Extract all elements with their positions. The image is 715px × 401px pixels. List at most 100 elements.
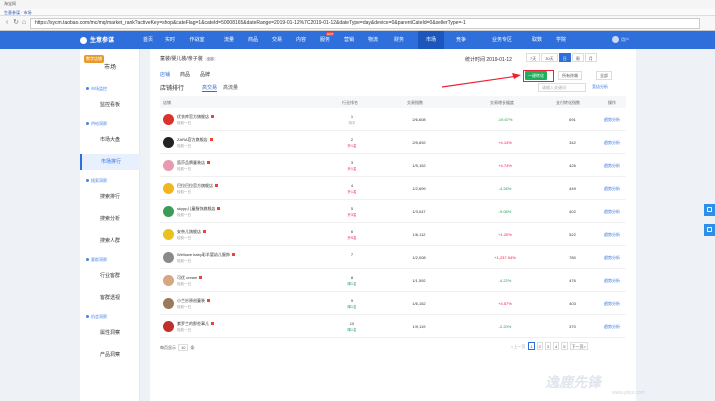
page-nav-button[interactable]: 下一页>: [569, 342, 588, 350]
topnav-item[interactable]: 取数: [526, 31, 548, 49]
page-number[interactable]: 1: [528, 342, 535, 350]
watermark-url: www.yilux.com: [612, 390, 645, 396]
page-number[interactable]: 3: [544, 342, 552, 350]
sidebar-item[interactable]: 产品洞察: [80, 347, 140, 363]
period-option[interactable]: 7天: [526, 53, 541, 62]
column-header[interactable]: 交易指数: [407, 100, 423, 106]
period-option[interactable]: 周: [571, 53, 584, 62]
column-header[interactable]: 支付转化指数: [556, 100, 580, 106]
shop-name[interactable]: 笛莎品牌童装店: [177, 160, 210, 166]
growth-rate: -4.26%: [498, 186, 512, 191]
service-icon: [707, 227, 712, 232]
history-link[interactable]: 竞店分析: [592, 84, 608, 90]
sidebar-item[interactable]: 属性洞察: [80, 325, 140, 341]
topnav-item[interactable]: 财务: [386, 31, 412, 49]
sidebar-item[interactable]: 市场大盘: [80, 132, 140, 148]
topnav-item[interactable]: 实时: [160, 31, 180, 49]
sidebar-item[interactable]: 市场排行: [80, 154, 140, 170]
table-row: 巴拉巴拉官方旗舰店 较前一日 4 升1名 1/2,699 -4.26% 449 趋势分析: [160, 178, 626, 200]
trend-analysis-link[interactable]: 趋势分析: [600, 324, 624, 330]
trend-analysis-link[interactable]: 趋势分析: [600, 140, 624, 146]
rank-value: 8: [350, 275, 354, 280]
trend-analysis-link[interactable]: 趋势分析: [600, 117, 624, 123]
brand-logo[interactable]: 生意参谋: [80, 35, 114, 44]
shop-name[interactable]: skypp儿童服饰旗舰店: [177, 206, 221, 212]
rank-type-tab[interactable]: 店铺: [160, 72, 170, 78]
period-option[interactable]: 月: [584, 53, 597, 62]
topnav-item[interactable]: 营销: [338, 31, 360, 49]
shop-name[interactable]: 安奈儿旗舰店: [177, 229, 206, 235]
left-gutter: [0, 49, 80, 401]
column-header[interactable]: 行业排名: [342, 100, 358, 106]
trend-analysis-link[interactable]: 趋势分析: [600, 255, 624, 261]
sidebar-item[interactable]: 搜索分析: [80, 211, 140, 227]
trade-index: 1/6,112: [412, 232, 426, 237]
ranking-subtab[interactable]: 高流量: [223, 85, 238, 91]
period-option[interactable]: 日: [558, 53, 571, 62]
sidebar-item[interactable]: 客群透视: [80, 290, 140, 306]
rank-type-tab[interactable]: 品牌: [200, 72, 210, 78]
rank-change: 持平: [348, 121, 356, 125]
table-row: Wellowe baby彩羊婴幼儿服饰 较前一日 7 1/2,008 +1,237.94…: [160, 247, 626, 269]
shop-name[interactable]: 小兰衫原创童装: [177, 298, 210, 304]
column-header[interactable]: 交易增长幅度: [490, 100, 514, 106]
topnav-item[interactable]: 交易: [266, 31, 288, 49]
feedback-float-button[interactable]: [704, 204, 715, 216]
url-input[interactable]: https://sycm.taobao.com/mc/mq/market_ran…: [30, 18, 700, 29]
shop-name[interactable]: 紫罗兰的那些事儿: [177, 321, 214, 327]
back-icon[interactable]: ‹: [3, 19, 11, 27]
topnav-item[interactable]: 物流: [362, 31, 384, 49]
trend-analysis-link[interactable]: 趋势分析: [600, 301, 624, 307]
table-row: 可优 cream 较前一日 8 降1名 1/1,592 -4.22% 476 趋势分析: [160, 270, 626, 292]
rank-change: 降1名: [347, 328, 357, 332]
page-number[interactable]: 4: [553, 342, 560, 350]
category-selector[interactable]: 童装/婴儿装/亲子装 全部: [160, 55, 216, 62]
shop-name[interactable]: 可优 cream: [177, 275, 203, 281]
trend-analysis-link[interactable]: 趋势分析: [600, 209, 624, 215]
topnav-item[interactable]: 竞争: [448, 31, 474, 49]
period-option[interactable]: 30天: [541, 53, 558, 62]
search-input[interactable]: 请输入关键词: [538, 83, 586, 92]
service-float-button[interactable]: [704, 224, 715, 236]
sidebar-item[interactable]: 行业客群: [80, 268, 140, 284]
trend-analysis-link[interactable]: 趋势分析: [600, 278, 624, 284]
refresh-icon[interactable]: ↻: [12, 19, 20, 27]
conversion-index: 370: [569, 324, 576, 329]
sidebar-item[interactable]: 搜索排行: [80, 189, 140, 205]
page-number[interactable]: 5: [561, 342, 568, 350]
rank-change: 升1名: [347, 190, 357, 194]
home-icon[interactable]: ⌂: [20, 19, 28, 27]
page-size-select[interactable]: 10: [178, 344, 189, 351]
trend-analysis-link[interactable]: 趋势分析: [600, 232, 624, 238]
page-size-label: 每页显示: [160, 345, 176, 350]
topnav-item[interactable]: 流量: [218, 31, 240, 49]
sidebar-section: 搜索洞察: [86, 178, 107, 184]
sidebar-item[interactable]: 搜索人群: [80, 233, 140, 249]
terminal-select[interactable]: 所有终端: [558, 71, 582, 80]
rank-type-tab[interactable]: 商品: [180, 72, 190, 78]
topnav-item[interactable]: 业务专区: [482, 31, 522, 49]
topnav-item[interactable]: 市场: [418, 31, 444, 49]
ranking-subtab[interactable]: 高交易: [202, 85, 218, 92]
topnav-item[interactable]: 作战室: [182, 31, 212, 49]
trend-analysis-link[interactable]: 趋势分析: [600, 186, 624, 192]
top-navigation: 生意参谋 首页 实时 作战室 流量 商品 交易 内容 服务 HOT 营销 物流 财务 市场 竞争 业务专区取…: [0, 31, 715, 49]
page-number[interactable]: 2: [536, 342, 543, 350]
shop-name[interactable]: 巴拉巴拉官方旗舰店: [177, 183, 218, 189]
avatar[interactable]: [612, 36, 619, 43]
table-header: 店铺 行业排名 交易指数 交易增长幅度 支付转化指数 操作: [160, 96, 626, 108]
shop-name[interactable]: Wellowe baby彩羊婴幼儿服饰: [177, 252, 235, 258]
conversion-index: 522: [569, 232, 576, 237]
topnav-item[interactable]: 商品: [242, 31, 264, 49]
topnav-item[interactable]: 学院: [550, 31, 572, 49]
page-nav-button[interactable]: <上一页: [510, 343, 526, 351]
topnav-item[interactable]: 内容: [290, 31, 312, 49]
growth-rate: -2.20%: [498, 324, 512, 329]
trend-analysis-link[interactable]: 趋势分析: [600, 163, 624, 169]
sidebar-item[interactable]: 监控看板: [80, 97, 140, 113]
shop-name[interactable]: 优衣库官方旗舰店: [177, 114, 214, 120]
all-select[interactable]: 全部: [596, 71, 612, 80]
topnav-item[interactable]: 首页: [138, 31, 158, 49]
user-name[interactable]: 用户: [621, 37, 629, 43]
shop-name[interactable]: ZARA官方旗舰店: [177, 137, 213, 143]
